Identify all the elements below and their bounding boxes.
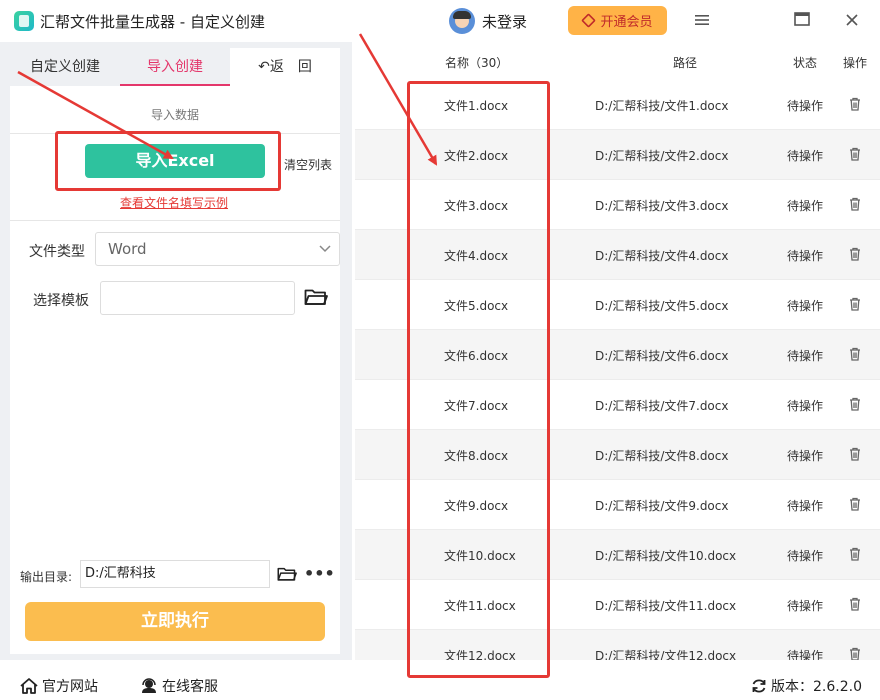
home-icon <box>20 678 38 694</box>
folder-icon[interactable] <box>304 288 328 306</box>
status-cell: 待操作 <box>787 349 824 363</box>
status-cell: 待操作 <box>787 149 824 163</box>
file-type-label: 文件类型 <box>29 244 85 260</box>
file-path-cell: D:/汇帮科技/文件2.docx <box>595 149 729 163</box>
file-path-cell: D:/汇帮科技/文件12.docx <box>595 649 737 660</box>
table-header: 名称（30） 路径 状态 操作 <box>355 42 880 80</box>
status-cell: 待操作 <box>787 199 824 213</box>
header-status: 状态 <box>793 56 818 70</box>
status-cell: 待操作 <box>787 599 824 613</box>
headset-icon <box>142 678 156 693</box>
trash-icon[interactable] <box>849 347 861 361</box>
maximize-icon[interactable] <box>791 10 813 32</box>
version-info[interactable]: 版本：2.6.2.0 <box>751 676 862 696</box>
file-path-cell: D:/汇帮科技/文件6.docx <box>595 349 729 363</box>
template-input[interactable] <box>100 281 295 315</box>
status-cell: 待操作 <box>787 299 824 313</box>
app-logo-icon <box>14 11 34 31</box>
trash-icon[interactable] <box>849 597 861 611</box>
status-cell: 待操作 <box>787 499 824 513</box>
trash-icon[interactable] <box>849 97 861 111</box>
header-name: 名称（30） <box>445 56 509 70</box>
header-action: 操作 <box>843 56 868 70</box>
example-link[interactable]: 查看文件名填写示例 <box>120 194 228 211</box>
divider <box>10 220 340 221</box>
website-link[interactable]: 官方网站 <box>20 676 98 696</box>
support-label: 在线客服 <box>162 679 218 695</box>
file-path-cell: D:/汇帮科技/文件11.docx <box>595 599 737 613</box>
file-type-value: Word <box>108 240 147 258</box>
tab-custom-create[interactable]: 自定义创建 <box>10 48 120 86</box>
trash-icon[interactable] <box>849 247 861 261</box>
trash-icon[interactable] <box>849 197 861 211</box>
tab-bar: 自定义创建 导入创建 ↶返 回 <box>10 48 340 86</box>
file-path-cell: D:/汇帮科技/文件3.docx <box>595 199 729 213</box>
file-type-select[interactable]: Word <box>95 232 340 266</box>
status-cell: 待操作 <box>787 99 824 113</box>
status-cell: 待操作 <box>787 449 824 463</box>
file-path-cell: D:/汇帮科技/文件5.docx <box>595 299 729 313</box>
version-label: 版本：2.6.2.0 <box>771 679 862 695</box>
trash-icon[interactable] <box>849 147 861 161</box>
vip-button[interactable]: 开通会员 <box>568 6 667 35</box>
avatar[interactable] <box>449 8 475 34</box>
back-button[interactable]: ↶返 回 <box>230 48 340 86</box>
file-path-cell: D:/汇帮科技/文件4.docx <box>595 249 729 263</box>
section-title: 导入数据 <box>150 108 199 122</box>
highlight-box-import <box>55 131 281 191</box>
header-path: 路径 <box>673 56 698 70</box>
trash-icon[interactable] <box>849 647 861 660</box>
folder-icon[interactable] <box>277 566 297 582</box>
diamond-icon <box>581 13 597 28</box>
file-path-cell: D:/汇帮科技/文件10.docx <box>595 549 737 563</box>
file-path-cell: D:/汇帮科技/文件7.docx <box>595 399 729 413</box>
status-cell: 待操作 <box>787 249 824 263</box>
trash-icon[interactable] <box>849 397 861 411</box>
trash-icon[interactable] <box>849 297 861 311</box>
trash-icon[interactable] <box>849 547 861 561</box>
clear-list-button[interactable]: 清空列表 <box>284 156 332 173</box>
file-path-cell: D:/汇帮科技/文件9.docx <box>595 499 729 513</box>
refresh-icon <box>752 679 766 693</box>
chevron-down-icon <box>319 233 331 265</box>
website-label: 官方网站 <box>42 679 98 695</box>
trash-icon[interactable] <box>849 447 861 461</box>
tab-import-create[interactable]: 导入创建 <box>120 48 230 86</box>
title-bar: 汇帮文件批量生成器 - 自定义创建 未登录 开通会员 <box>0 0 880 42</box>
run-button[interactable]: 立即执行 <box>25 602 325 641</box>
vip-label: 开通会员 <box>600 15 653 30</box>
file-path-cell: D:/汇帮科技/文件1.docx <box>595 99 729 113</box>
status-cell: 待操作 <box>787 399 824 413</box>
close-icon[interactable] <box>841 10 863 32</box>
template-label: 选择模板 <box>33 293 89 309</box>
output-dir-label: 输出目录: <box>20 570 73 584</box>
highlight-box-names <box>407 81 550 678</box>
status-cell: 待操作 <box>787 549 824 563</box>
login-link[interactable]: 未登录 <box>482 11 527 32</box>
file-path-cell: D:/汇帮科技/文件8.docx <box>595 449 729 463</box>
window-title: 汇帮文件批量生成器 - 自定义创建 <box>40 13 265 31</box>
more-icon[interactable]: ••• <box>304 564 335 583</box>
status-cell: 待操作 <box>787 649 824 660</box>
output-dir-input[interactable]: D:/汇帮科技 <box>80 560 270 588</box>
support-link[interactable]: 在线客服 <box>140 676 218 696</box>
menu-icon[interactable] <box>691 10 713 32</box>
trash-icon[interactable] <box>849 497 861 511</box>
